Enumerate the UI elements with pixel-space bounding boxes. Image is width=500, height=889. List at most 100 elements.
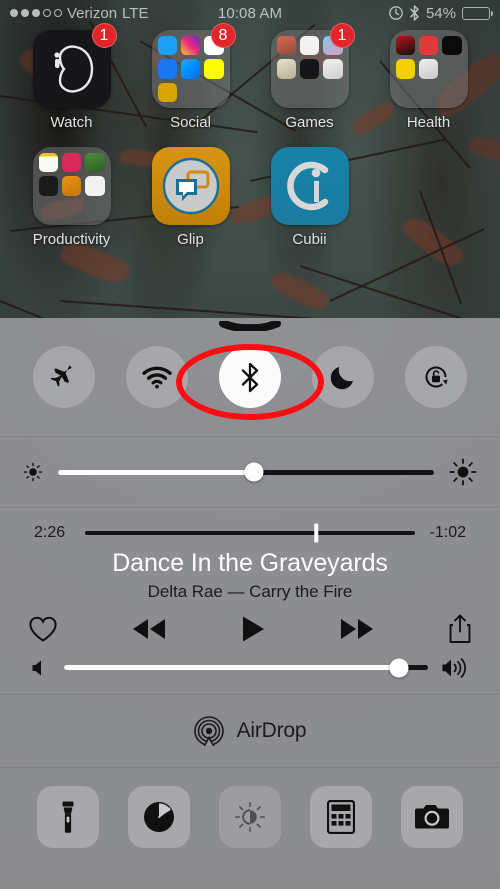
timer-button[interactable] (127, 785, 190, 848)
folder-mini-icon (395, 36, 415, 56)
app-icon-cubii[interactable] (270, 147, 349, 225)
signal-dot-1 (10, 9, 18, 17)
folder-social[interactable]: 8 Social (137, 23, 245, 131)
love-button[interactable] (28, 615, 58, 643)
playback-scrubber-thumb[interactable] (314, 523, 318, 543)
folder-mini-icon (61, 153, 82, 173)
grabber-handle[interactable] (219, 321, 281, 331)
night-shift-icon (234, 801, 266, 833)
bluetooth-icon (240, 362, 260, 393)
home-screen-grid: 1 Watch 8 Social 1 Games Health Productivity Gli… (0, 23, 500, 264)
folder-mini-icon (323, 59, 343, 79)
app-icon-glip[interactable] (151, 147, 230, 225)
battery-percent-label: 54% (425, 4, 456, 22)
airdrop-row[interactable]: AirDrop (0, 695, 500, 767)
bluetooth-toggle[interactable] (218, 346, 281, 408)
folder-mini-icon (38, 153, 58, 173)
airplane-icon (49, 362, 79, 392)
share-button[interactable] (448, 614, 472, 644)
app-watch[interactable]: 1 Watch (18, 23, 126, 131)
play-icon (240, 614, 266, 644)
signal-dot-2 (21, 9, 29, 17)
brightness-slider-row (0, 437, 500, 507)
app-label-social: Social (170, 114, 211, 131)
flashlight-button[interactable] (36, 785, 99, 848)
battery-icon (462, 6, 493, 20)
app-icon-productivity[interactable] (32, 147, 111, 225)
airdrop-label: AirDrop (236, 718, 307, 742)
app-glip[interactable]: Glip (137, 147, 245, 248)
calculator-button[interactable] (310, 785, 373, 848)
volume-slider[interactable] (64, 658, 428, 677)
do-not-disturb-toggle[interactable] (311, 346, 374, 408)
app-label-watch: Watch (50, 114, 93, 131)
app-cubii[interactable]: Cubii (256, 147, 364, 248)
folder-mini-icon (276, 36, 296, 56)
folder-mini-icon (418, 59, 439, 79)
signal-dot-4 (43, 9, 51, 17)
status-bar: Verizon LTE 10:08 AM 54% (0, 0, 500, 26)
folder-mini-icon (277, 83, 296, 102)
volume-low-icon (30, 657, 52, 679)
badge-games: 1 (329, 23, 355, 48)
folder-productivity[interactable]: Productivity (18, 147, 126, 248)
brightness-low-icon (22, 461, 44, 483)
camera-icon (414, 803, 450, 831)
folder-mini-icon (181, 83, 200, 102)
folder-mini-icon (419, 83, 438, 102)
folder-mini-icon (61, 176, 82, 196)
volume-high-icon (440, 656, 470, 680)
empty-slot (375, 147, 483, 248)
folder-health[interactable]: Health (375, 30, 483, 131)
cubii-glyph (282, 158, 338, 214)
folder-mini-icon (442, 36, 462, 56)
app-label-cubii: Cubii (292, 231, 327, 248)
brightness-slider[interactable] (58, 462, 434, 482)
app-icon-health[interactable] (389, 30, 468, 108)
folder-mini-icon (418, 36, 439, 56)
home-screen-row-1: 1 Watch 8 Social 1 Games Health (0, 23, 500, 131)
fast-forward-button[interactable] (337, 616, 377, 642)
timer-icon (142, 800, 176, 834)
folder-mini-icon (276, 59, 296, 79)
folder-mini-icon (300, 83, 319, 102)
folder-mini-icon (85, 176, 105, 196)
folder-mini-icon (85, 200, 104, 219)
wifi-icon (142, 365, 172, 389)
folder-mini-icon (396, 83, 415, 102)
wifi-toggle[interactable] (126, 346, 189, 408)
signal-dot-3 (32, 9, 40, 17)
clock-icon (389, 6, 403, 20)
folder-games[interactable]: 1 Games (256, 23, 364, 131)
rotation-lock-toggle[interactable] (404, 346, 467, 408)
bluetooth-icon (409, 5, 420, 21)
folder-mini-icon (62, 200, 81, 219)
camera-button[interactable] (401, 785, 464, 848)
night-shift-button[interactable] (218, 785, 281, 848)
rewind-button[interactable] (129, 616, 169, 642)
elapsed-time: 2:26 (34, 524, 66, 541)
flashlight-icon (55, 800, 81, 834)
folder-mini-icon (85, 153, 105, 173)
glip-glyph (160, 155, 222, 217)
app-label-productivity: Productivity (32, 231, 111, 248)
playback-scrubber[interactable] (85, 523, 415, 543)
folder-mini-icon (442, 59, 461, 78)
control-center-toggles-row (0, 318, 500, 436)
folder-mini-icon (204, 59, 224, 79)
folder-mini-icon (180, 36, 201, 56)
play-button[interactable] (240, 614, 266, 644)
share-icon (448, 614, 472, 644)
brightness-slider-thumb[interactable] (244, 462, 264, 482)
folder-mini-icon (157, 82, 177, 102)
folder-mini-icon (299, 59, 320, 79)
airplane-mode-toggle[interactable] (33, 346, 96, 408)
folder-mini-icon (180, 59, 201, 79)
app-label-games: Games (285, 114, 334, 131)
network-type-label: LTE (122, 4, 149, 22)
volume-slider-thumb[interactable] (389, 658, 409, 677)
status-bar-left: Verizon LTE (10, 5, 148, 22)
folder-mini-icon (38, 176, 58, 196)
badge-watch: 1 (91, 23, 117, 48)
folder-mini-icon (323, 83, 342, 102)
